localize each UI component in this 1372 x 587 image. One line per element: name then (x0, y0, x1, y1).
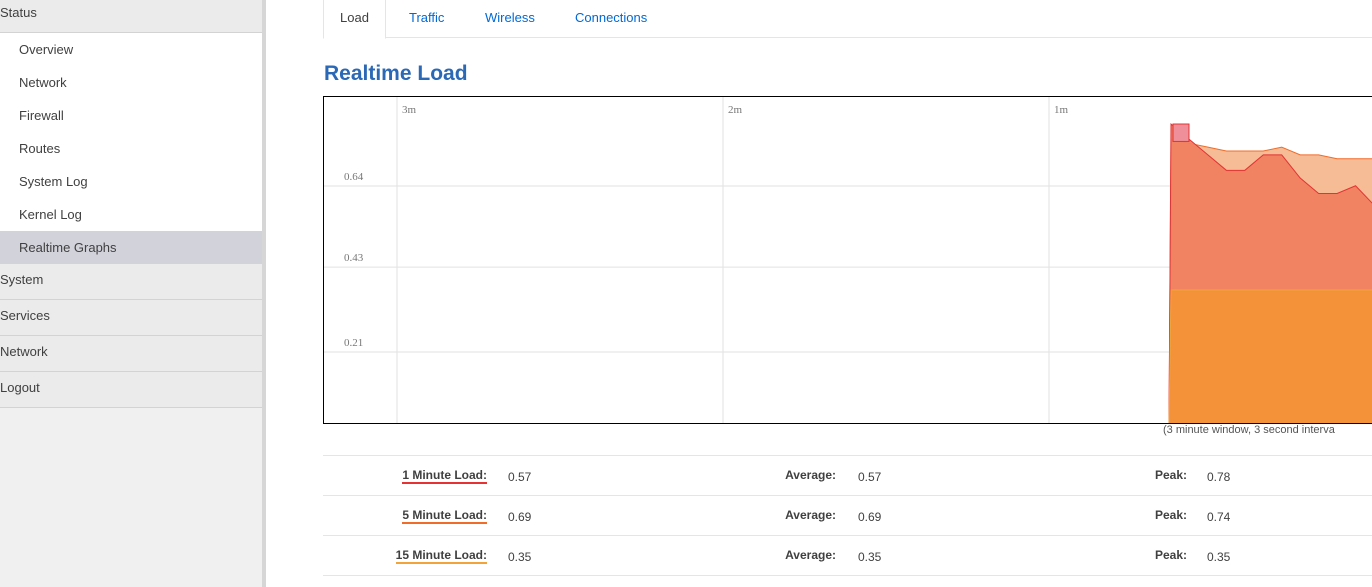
sidebar-section-logout[interactable]: Logout (0, 372, 262, 408)
sidebar-section-label: Status (0, 5, 37, 20)
sidebar-item-overview[interactable]: Overview (0, 33, 262, 66)
sidebar-item-system-log[interactable]: System Log (0, 165, 262, 198)
stat-avg-5m: 0.69 (858, 510, 882, 524)
stat-value-15m: 0.35 (508, 550, 532, 564)
stat-row-15m: 15 Minute Load: 0.35 Average: 0.35 Peak:… (323, 536, 1372, 576)
graph-time-label: 2m (728, 104, 743, 116)
window-note: (3 minute window, 3 second interva (1163, 424, 1335, 436)
sidebar-item-realtime-graphs[interactable]: Realtime Graphs (0, 231, 262, 264)
stat-avg-15m: 0.35 (858, 550, 882, 564)
stat-peak-15m: 0.35 (1207, 550, 1231, 564)
stat-avg-label-5m: Average: (785, 508, 836, 522)
stat-avg-label-1m: Average: (785, 468, 836, 482)
tab-bar: Load Traffic Wireless Connections (323, 0, 1372, 39)
stat-value-1m: 0.57 (508, 470, 532, 484)
stat-label-1m: 1 Minute Load: (402, 468, 487, 484)
stat-peak-label-5m: Peak: (1154, 508, 1187, 522)
page-title: Realtime Load (324, 62, 468, 85)
sidebar-submenu-status: Overview Network Firewall Routes System … (0, 33, 262, 264)
stat-avg-label-15m: Average: (785, 548, 836, 562)
graph-time-label: 1m (1054, 104, 1069, 116)
graph-y-label: 0.43 (344, 252, 364, 264)
stat-label-5m: 5 Minute Load: (402, 508, 487, 524)
stat-peak-label-1m: Peak: (1154, 468, 1187, 482)
tab-load[interactable]: Load (323, 0, 386, 39)
load-graph: 3m 2m 1m 0.64 0.43 0.21 (323, 96, 1372, 424)
sidebar-section-status[interactable]: Status (0, 0, 262, 33)
sidebar-item-firewall[interactable]: Firewall (0, 99, 262, 132)
stat-peak-5m: 0.74 (1207, 510, 1231, 524)
sidebar-section-system[interactable]: System (0, 264, 262, 300)
graph-y-label: 0.21 (344, 337, 363, 349)
sidebar-section-services[interactable]: Services (0, 300, 262, 336)
stat-peak-1m: 0.78 (1207, 470, 1231, 484)
stat-peak-label-15m: Peak: (1154, 548, 1187, 562)
tab-traffic[interactable]: Traffic (409, 0, 444, 38)
stat-row-5m: 5 Minute Load: 0.69 Average: 0.69 Peak: … (323, 496, 1372, 536)
graph-time-label: 3m (402, 104, 417, 116)
sidebar-section-network[interactable]: Network (0, 336, 262, 372)
sidebar-item-routes[interactable]: Routes (0, 132, 262, 165)
sidebar: Status Overview Network Firewall Routes … (0, 0, 266, 587)
stat-row-1m: 1 Minute Load: 0.57 Average: 0.57 Peak: … (323, 456, 1372, 496)
graph-peak-marker (1172, 123, 1190, 142)
graph-series-15-minute-load (1168, 289, 1372, 423)
sidebar-item-kernel-log[interactable]: Kernel Log (0, 198, 262, 231)
graph-y-label: 0.64 (344, 171, 364, 183)
sidebar-item-network[interactable]: Network (0, 66, 262, 99)
stat-avg-1m: 0.57 (858, 470, 882, 484)
load-graph-svg: 3m 2m 1m 0.64 0.43 0.21 (324, 97, 1372, 423)
load-stats-table: 1 Minute Load: 0.57 Average: 0.57 Peak: … (323, 455, 1372, 576)
tab-wireless[interactable]: Wireless (485, 0, 535, 38)
main-content: Load Traffic Wireless Connections Realti… (270, 0, 1372, 587)
stat-value-5m: 0.69 (508, 510, 532, 524)
tab-connections[interactable]: Connections (575, 0, 647, 38)
stat-label-15m: 15 Minute Load: (395, 548, 487, 564)
